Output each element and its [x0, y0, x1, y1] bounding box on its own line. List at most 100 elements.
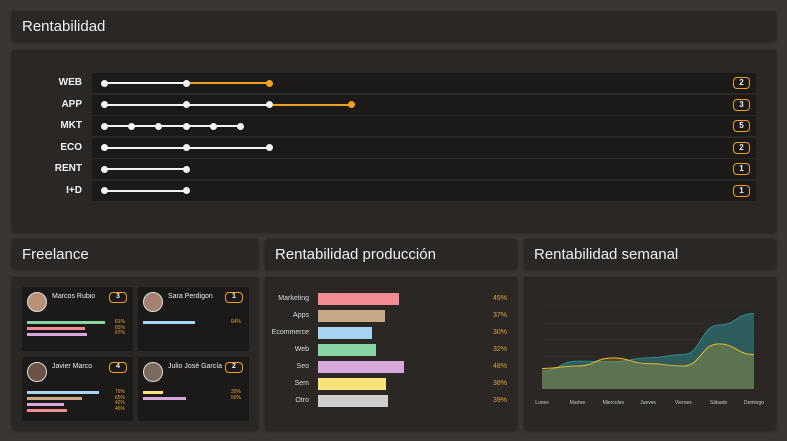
x-tick-label: Jueves [640, 400, 656, 406]
x-tick-label: Viernes [674, 400, 692, 406]
category-label: Seo [296, 363, 309, 370]
skill-percent: 50% [230, 394, 241, 401]
category-label: Apps [293, 312, 309, 319]
bar [318, 310, 385, 322]
skill-bar [27, 321, 105, 324]
row-label: MKT [60, 120, 82, 131]
rentabilidad-header: Rentabilidad [12, 11, 776, 41]
avatar [27, 362, 47, 382]
x-tick-label: Sábado [710, 400, 728, 406]
row-dot [182, 122, 190, 130]
bar-value-label: 30% [492, 329, 507, 336]
row-label: APP [61, 98, 82, 110]
row-track: 5 [92, 116, 756, 136]
freelancer-name: Marcos Rubio [52, 293, 96, 300]
category-label: Otro [295, 397, 309, 404]
semanal-chart [541, 306, 755, 390]
bar-value-label: 48% [492, 363, 507, 370]
row-dot [182, 101, 190, 108]
category-label: Ecommerce [271, 329, 309, 336]
row-dot [182, 165, 190, 173]
semanal-header: Rentabilidad semanal [524, 239, 776, 269]
row-dot [100, 79, 108, 87]
skill-percent: 64% [230, 319, 241, 325]
x-tick-label: Lunes [535, 400, 549, 406]
row-count-badge: 2 [733, 77, 750, 89]
row-track: 2 [92, 137, 756, 158]
row-line [104, 168, 186, 170]
row-count-badge: 1 [733, 184, 750, 197]
rentabilidad-row[interactable]: MKT 5 [22, 116, 756, 136]
row-dot [100, 122, 108, 130]
freelancer-count-badge: 2 [225, 362, 243, 373]
rentabilidad-row[interactable]: ECO 2 [22, 137, 756, 158]
rentabilidad-panel: WEB 2 APP 3 MKT 5 ECO 2 RENT 1 I+D 1 [12, 50, 776, 232]
bar [318, 395, 389, 407]
freelance-panel: Marcos Rubio 3 81% 65% 67% Sara Perdigon 1 64% J… [12, 277, 258, 430]
row-dot [100, 144, 108, 151]
row-dot [127, 122, 135, 130]
row-label: ECO [60, 141, 82, 153]
avatar [143, 292, 163, 312]
row-track: 1 [92, 159, 756, 179]
freelancer-count-badge: 4 [109, 362, 127, 373]
freelancer-name: Julio José García [168, 363, 223, 370]
bar-value-label: 37% [492, 312, 507, 319]
row-dot [236, 122, 244, 130]
rentabilidad-row[interactable]: WEB 2 [22, 73, 756, 93]
freelance-header: Freelance [12, 239, 258, 269]
row-label: WEB [58, 77, 82, 88]
skill-bar [27, 333, 87, 336]
rentabilidad-row[interactable]: APP 3 [22, 94, 756, 115]
category-label: Sem [294, 380, 309, 387]
row-dot [100, 165, 108, 173]
freelance-card[interactable]: Javier Marco 4 79% 65% 42% 46% [22, 357, 133, 421]
row-line [104, 125, 240, 127]
avatar [27, 292, 47, 312]
bar [318, 327, 372, 339]
row-count-badge: 1 [733, 163, 750, 175]
rentabilidad-title: Rentabilidad [22, 17, 106, 35]
row-line-highlight [186, 82, 269, 84]
rentabilidad-row[interactable]: I+D 1 [22, 180, 756, 201]
row-count-badge: 2 [733, 141, 750, 154]
row-line [104, 189, 186, 192]
row-track: 1 [92, 180, 756, 201]
freelance-card[interactable]: Sara Perdigon 1 64% [138, 287, 249, 351]
category-label: Marketing [278, 295, 309, 302]
skill-percent: 46% [114, 405, 125, 412]
row-label: I+D [66, 184, 82, 196]
skill-percent: 67% [114, 330, 125, 336]
row-count-badge: 5 [733, 120, 750, 132]
skill-bar [27, 403, 64, 406]
category-label: Web [294, 346, 309, 353]
skill-bar [27, 327, 85, 330]
row-dot [265, 101, 273, 108]
freelancer-name: Sara Perdigon [168, 293, 213, 300]
skill-bar [27, 397, 82, 400]
rentabilidad-row[interactable]: RENT 1 [22, 159, 756, 179]
bar-value-label: 32% [492, 346, 507, 353]
row-dot [182, 187, 190, 194]
row-label: RENT [54, 163, 82, 174]
freelancer-count-badge: 1 [225, 292, 243, 303]
bar [318, 293, 399, 305]
row-dot [265, 79, 273, 87]
row-dot [182, 79, 190, 87]
row-count-badge: 3 [733, 98, 750, 111]
skill-bar [143, 391, 163, 394]
bar-value-label: 39% [492, 397, 507, 404]
freelancer-count-badge: 3 [109, 292, 127, 303]
row-dot [100, 101, 108, 108]
semanal-panel: Lunes Martes Miercoles Jueves Viernes Sábado D… [524, 277, 776, 430]
skill-bar [143, 321, 195, 324]
x-tick-label: Domingo [744, 400, 765, 406]
freelance-title: Freelance [22, 245, 89, 263]
avatar [143, 362, 163, 382]
freelance-card[interactable]: Marcos Rubio 3 81% 65% 67% [22, 287, 133, 351]
skill-bar [143, 397, 186, 400]
freelance-card[interactable]: Julio José García 2 30% 50% [138, 357, 249, 421]
bar-value-label: 45% [492, 295, 507, 302]
produccion-panel: Marketing 45% Apps 37% Ecommerce 30% Web 32% Seo… [265, 277, 517, 430]
bar [318, 361, 405, 373]
